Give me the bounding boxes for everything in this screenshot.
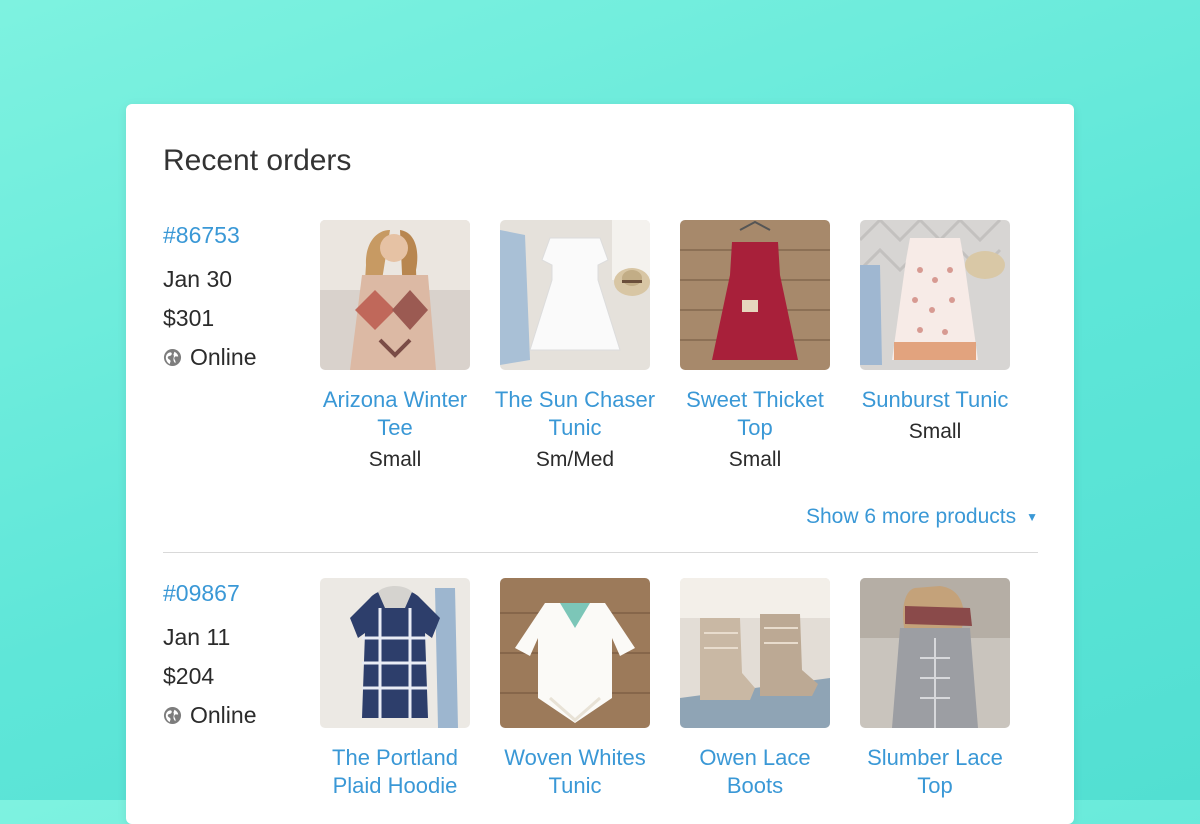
product-size: Small: [908, 420, 962, 443]
show-more-label: Show 6 more products: [806, 505, 1017, 528]
globe-icon: [163, 348, 182, 367]
product-name-link[interactable]: Owen Lace Boots: [670, 744, 840, 800]
product-item: Arizona Winter Tee Small: [320, 220, 470, 472]
product-item: The Portland Plaid Hoodie: [320, 578, 470, 800]
order-id-link[interactable]: #09867: [163, 580, 303, 618]
product-item: Sunburst Tunic Small: [860, 220, 1010, 472]
product-name-link[interactable]: Sweet Thicket Top: [670, 386, 840, 442]
product-size: Sm/Med: [535, 448, 615, 471]
product-item: The Sun Chaser Tunic Sm/Med: [495, 220, 655, 472]
caret-down-icon: ▼: [1026, 510, 1038, 524]
product-image[interactable]: [320, 220, 470, 370]
show-more-products-link[interactable]: Show 6 more products ▼: [806, 505, 1038, 529]
order-date: Jan 11: [163, 624, 231, 650]
product-image[interactable]: [500, 578, 650, 728]
product-image[interactable]: [680, 578, 830, 728]
order-id-link[interactable]: #86753: [163, 222, 303, 260]
product-item: Sweet Thicket Top Small: [680, 220, 830, 472]
order-channel: Online: [163, 696, 303, 735]
product-list: Arizona Winter Tee Small The Sun Chaser …: [320, 220, 1040, 472]
order-channel: Online: [163, 338, 303, 377]
product-image[interactable]: [860, 220, 1010, 370]
order-total: $204: [163, 663, 215, 689]
product-name-link[interactable]: Sunburst Tunic: [850, 386, 1020, 414]
order-divider: [163, 552, 1038, 553]
globe-icon: [163, 706, 182, 725]
product-size: Small: [728, 448, 782, 471]
order-total: $301: [163, 305, 215, 331]
product-size: Small: [368, 448, 422, 471]
order-meta: #86753 Jan 30 $301 Online: [163, 220, 303, 377]
product-item: Slumber Lace Top: [860, 578, 1010, 800]
product-image[interactable]: [860, 578, 1010, 728]
product-name-link[interactable]: Arizona Winter Tee: [310, 386, 480, 442]
channel-label: Online: [190, 344, 257, 370]
product-name-link[interactable]: Woven Whites Tunic: [490, 744, 660, 800]
product-image[interactable]: [320, 578, 470, 728]
order-meta: #09867 Jan 11 $204 Online: [163, 578, 303, 735]
product-name-link[interactable]: The Portland Plaid Hoodie: [310, 744, 480, 800]
channel-label: Online: [190, 702, 257, 728]
product-image[interactable]: [680, 220, 830, 370]
product-name-link[interactable]: Slumber Lace Top: [850, 744, 1020, 800]
order-date: Jan 30: [163, 266, 233, 292]
product-item: Owen Lace Boots: [680, 578, 830, 800]
card-title: Recent orders: [163, 144, 352, 177]
recent-orders-card: Recent orders #86753 Jan 30 $301 Online: [126, 104, 1074, 824]
product-image[interactable]: [500, 220, 650, 370]
product-item: Woven Whites Tunic: [500, 578, 650, 800]
product-name-link[interactable]: The Sun Chaser Tunic: [490, 386, 660, 442]
product-list: The Portland Plaid Hoodie Woven Whites T…: [320, 578, 1040, 800]
